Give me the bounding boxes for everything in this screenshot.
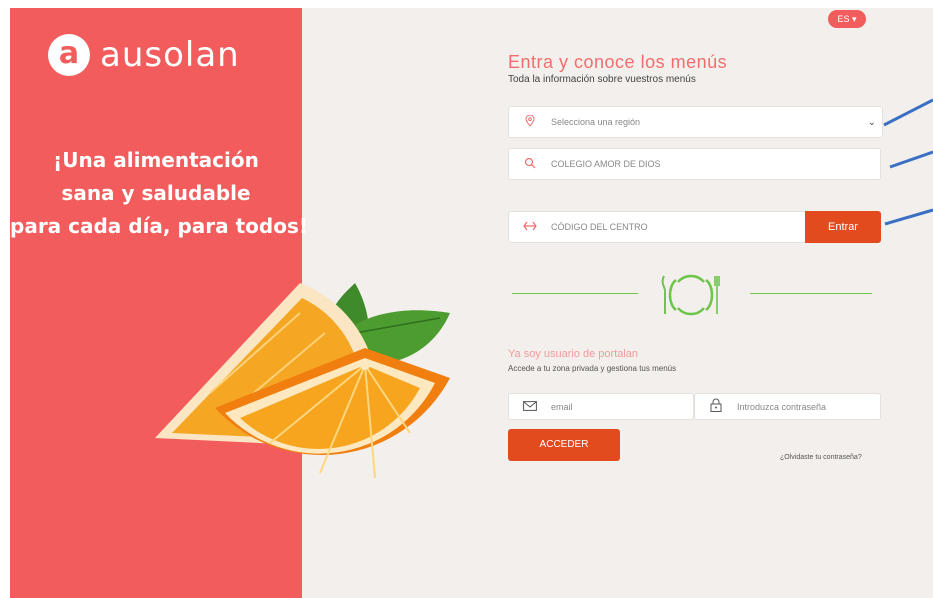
- annotation-arrows: [883, 98, 933, 226]
